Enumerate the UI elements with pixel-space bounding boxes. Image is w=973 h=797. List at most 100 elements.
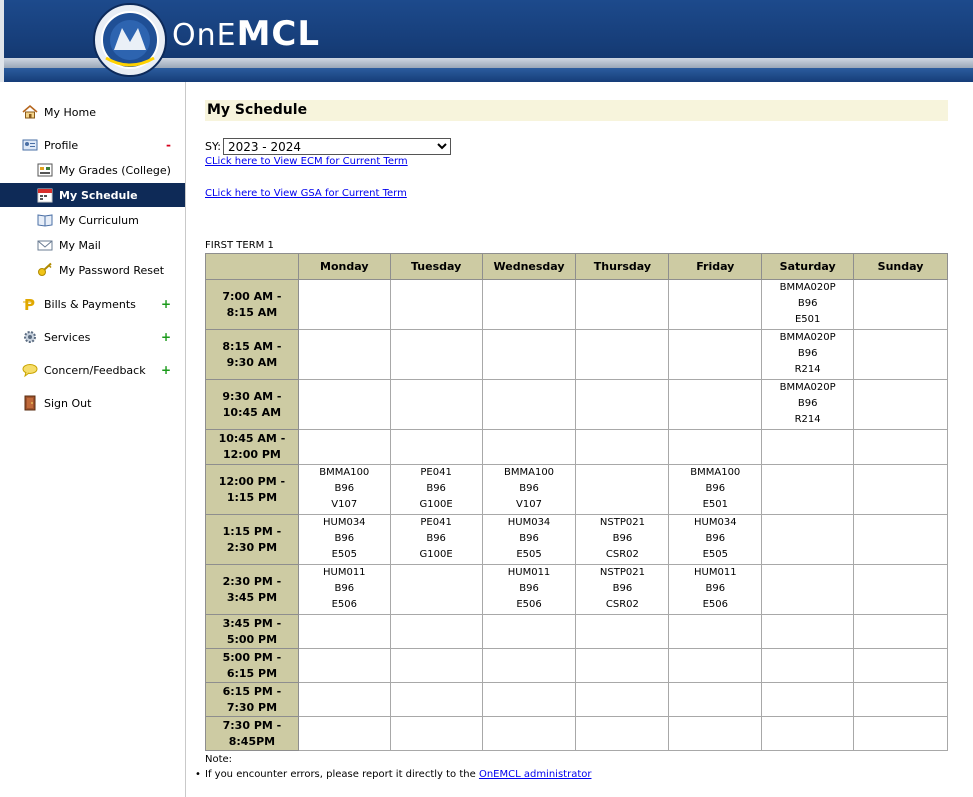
schedule-cell: [389, 648, 483, 683]
school-year-row: SY: 2023 - 2024: [205, 138, 451, 155]
schedule-cell: NSTP021 B96 CSR02: [575, 564, 670, 615]
calendar-icon: [37, 188, 53, 203]
schedule-cell: [761, 716, 855, 751]
schedule-cell: [853, 329, 948, 380]
sidebar-item-my-home[interactable]: My Home: [0, 100, 185, 124]
schedule-cell: [389, 379, 483, 430]
schedule-cell: [853, 279, 948, 330]
schedule-cell: HUM034 B96 E505: [481, 514, 577, 565]
schedule-cell: [389, 429, 483, 465]
day-header: Wednesday: [481, 253, 577, 280]
day-header: Tuesday: [389, 253, 483, 280]
schedule-cell: [761, 648, 855, 683]
time-slot-text: 5:00 PM -: [222, 650, 282, 664]
collapse-toggle[interactable]: -: [166, 138, 171, 152]
schedule-cell: [575, 279, 670, 330]
schedule-cell: BMMA020P B96 R214: [761, 329, 855, 380]
schedule-row: 2:30 PM - 3:45 PM HUM011 B96 E506 HUM011 B96 E5…: [205, 564, 948, 615]
expand-toggle[interactable]: +: [161, 330, 171, 344]
note-item: • If you encounter errors, please report …: [191, 769, 591, 780]
services-gear-icon: [24, 331, 36, 343]
school-year-select[interactable]: 2023 - 2024: [222, 138, 451, 155]
schedule-cell: [297, 614, 391, 649]
day-header: Saturday: [761, 253, 855, 280]
sidebar-item-services[interactable]: Services +: [0, 325, 185, 349]
sidebar-item-sign-out[interactable]: Sign Out: [0, 391, 185, 415]
schedule-cell: [853, 716, 948, 751]
course-code: HUM034: [507, 517, 551, 528]
schedule-cell: [481, 329, 577, 380]
section: B96: [797, 298, 818, 309]
section: B96: [334, 483, 355, 494]
key-icon: [38, 262, 52, 276]
schedule-cell: PE041 B96 G100E: [389, 514, 483, 565]
schedule-cell: [575, 716, 670, 751]
room: E505: [516, 549, 542, 560]
page-title: My Schedule: [205, 100, 948, 121]
time-slot-text: 10:45 AM: [222, 405, 282, 419]
time-slot-text: 8:15 AM: [226, 305, 278, 319]
time-slot-text: 2:30 PM: [226, 540, 278, 554]
sidebar-item-label: Services: [44, 330, 91, 344]
sidebar-item-my-schedule[interactable]: My Schedule: [0, 183, 185, 207]
room: E505: [702, 549, 728, 560]
schedule-cell: [668, 379, 763, 430]
time-slot-text: 5:00 PM: [226, 632, 278, 646]
time-slot-text: 8:45PM: [228, 734, 276, 748]
schedule-cell: BMMA100 B96 V107: [297, 464, 391, 515]
course-code: BMMA020P: [779, 282, 836, 293]
schedule-cell: [575, 614, 670, 649]
sidebar-item-my-curriculum[interactable]: My Curriculum: [0, 208, 185, 232]
day-header: Thursday: [575, 253, 670, 280]
sidebar-item-label: Profile: [44, 138, 79, 152]
room: E506: [702, 599, 728, 610]
time-slot-cell: 7:30 PM - 8:45PM: [205, 716, 299, 751]
sidebar-item-my-password-reset[interactable]: My Password Reset: [0, 258, 185, 282]
room: R214: [794, 414, 821, 425]
schedule-row: 10:45 AM - 12:00 PM: [205, 429, 948, 465]
schedule-cell: [853, 564, 948, 615]
schedule-body: 7:00 AM - 8:15 AM BMMA020P B96 E501 8:15 AM -…: [205, 279, 948, 751]
schedule-cell: [853, 514, 948, 565]
time-slot-text: 1:15 PM: [226, 490, 278, 504]
section: B96: [797, 398, 818, 409]
time-slot-text: 12:00 PM: [222, 448, 281, 461]
sidebar-item-profile[interactable]: Profile -: [0, 133, 185, 157]
mail-icon: [37, 240, 53, 251]
course-code: HUM034: [322, 517, 366, 528]
section: B96: [426, 483, 446, 494]
schedule-cell: [481, 379, 577, 430]
time-slot-cell: 1:15 PM - 2:30 PM: [205, 514, 299, 565]
sidebar-item-label: My Mail: [59, 238, 101, 252]
grades-icon: [37, 163, 53, 177]
administrator-link[interactable]: OnEMCL administrator: [479, 769, 592, 780]
course-code: BMMA020P: [779, 332, 836, 343]
view-ecm-link[interactable]: CLick here to View ECM for Current Term: [205, 156, 408, 167]
sidebar-item-my-mail[interactable]: My Mail: [0, 233, 185, 257]
schedule-header-row: Monday Tuesday Wednesday Thursday Friday…: [205, 253, 948, 280]
expand-toggle[interactable]: +: [161, 297, 171, 311]
schedule-cell: [297, 379, 391, 430]
expand-toggle[interactable]: +: [161, 363, 171, 377]
sidebar-item-concern-feedback[interactable]: Concern/Feedback +: [0, 358, 185, 382]
view-gsa-link[interactable]: CLick here to View GSA for Current Term: [205, 188, 407, 199]
course-code: BMMA100: [504, 467, 555, 478]
schedule-row: 12:00 PM - 1:15 PM BMMA100 B96 V107 PE041 B96 G…: [205, 464, 948, 515]
section: B96: [519, 483, 539, 494]
course-code: HUM011: [322, 567, 366, 578]
schedule-cell: HUM034 B96 E505: [297, 514, 391, 565]
section: B96: [612, 533, 633, 544]
sidebar-item-my-grades[interactable]: My Grades (College): [0, 158, 185, 182]
schedule-cell: HUM011 B96 E506: [297, 564, 391, 615]
schedule-row: 9:30 AM - 10:45 AM BMMA020P B96 R214: [205, 379, 948, 430]
schedule-cell: [481, 648, 577, 683]
sidebar-item-label: My Curriculum: [59, 213, 139, 227]
note-text: If you encounter errors, please report i…: [205, 769, 479, 780]
schedule-row: 7:30 PM - 8:45PM: [205, 716, 948, 751]
sidebar-item-bills-payments[interactable]: P Bills & Payments +: [0, 292, 185, 316]
term-label: FIRST TERM 1: [205, 240, 274, 251]
schedule-cell: BMMA020P B96 E501: [761, 279, 855, 330]
time-header: [205, 253, 299, 280]
schedule-cell: [481, 716, 577, 751]
room: E506: [331, 599, 357, 610]
